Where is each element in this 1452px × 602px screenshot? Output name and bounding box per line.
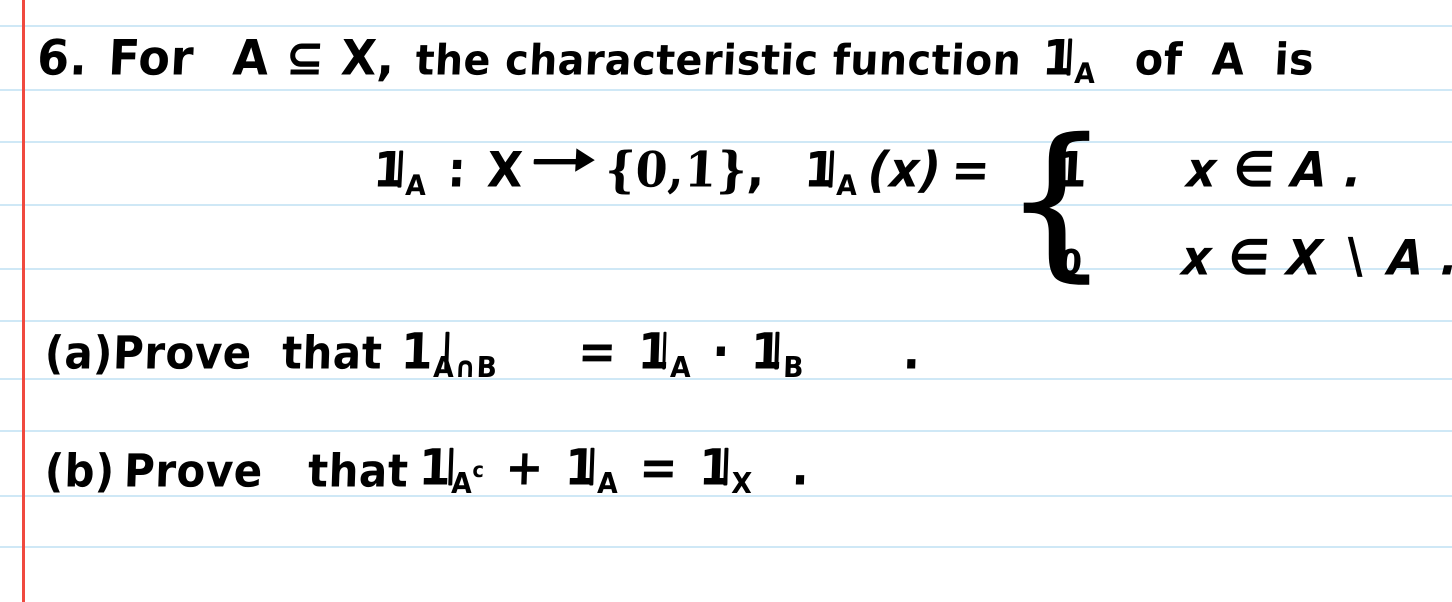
arrow-head bbox=[575, 148, 596, 173]
indicator-subscript: A bbox=[596, 467, 620, 501]
case-condition: x ∈ X ∖ A . bbox=[1180, 229, 1452, 287]
notebook-page: 6. For A ⊆ X , the characteristic functi… bbox=[0, 0, 1452, 602]
domain-label: X bbox=[485, 141, 525, 199]
equation-relation: = bbox=[638, 438, 680, 497]
indicator-subscript: A bbox=[669, 351, 692, 385]
rule-line bbox=[0, 430, 1452, 432]
indicator-subscript: A bbox=[450, 467, 474, 501]
case-value: 0 bbox=[1057, 241, 1084, 284]
part-b-equation: 1 Ac + 1A = 1X . bbox=[417, 438, 811, 501]
set-relation: A ⊆ X bbox=[231, 28, 379, 87]
indicator-symbol: 1A bbox=[803, 141, 859, 202]
indicator-subscript: A bbox=[1073, 57, 1097, 91]
indicator-subscript: A bbox=[835, 169, 859, 203]
indicator-symbol: 1B bbox=[750, 322, 805, 385]
function-argument: (x) bbox=[866, 141, 943, 199]
case-condition: x ∈ A . bbox=[1185, 141, 1364, 199]
rule-line bbox=[0, 546, 1452, 548]
right-arrow-icon bbox=[533, 145, 597, 175]
equation-terminator: . bbox=[790, 438, 811, 497]
indicator-symbol: 1X bbox=[698, 438, 753, 501]
indicator-symbol: 1 A∩B bbox=[399, 322, 498, 385]
rule-line bbox=[0, 25, 1452, 27]
indicator-symbol: 1A bbox=[564, 438, 619, 501]
indicator-one: 1 bbox=[399, 322, 435, 381]
case-value: 1 bbox=[1053, 141, 1090, 199]
piecewise-case-row: 0 x ∈ X ∖ A . bbox=[1057, 229, 1452, 287]
definition-equals: = bbox=[949, 141, 992, 199]
definition-map-line: 1A : X {0,1} , 1A (x) = bbox=[372, 141, 992, 202]
indicator-subscript: A bbox=[404, 169, 428, 203]
definition-colon: : bbox=[446, 141, 469, 199]
problem-number: 6. bbox=[35, 28, 90, 87]
indicator-subscript: X bbox=[730, 467, 754, 501]
part-b-label-row: (b) Prove that bbox=[43, 444, 410, 498]
arrow-shaft bbox=[533, 159, 581, 165]
rule-line bbox=[0, 89, 1452, 91]
indicator-symbol: 1A bbox=[372, 141, 428, 202]
part-a-label-row: (a) Prove that bbox=[43, 326, 384, 380]
indicator-subscript: A∩B bbox=[432, 351, 499, 385]
equation-operator: + bbox=[504, 438, 546, 497]
statement-before-set: For bbox=[106, 28, 196, 87]
indicator-symbol: 1A bbox=[1041, 29, 1097, 90]
indicator-symbol: 1A bbox=[637, 322, 692, 385]
part-label: (a) bbox=[43, 326, 114, 380]
part-prompt: Prove that bbox=[112, 326, 384, 380]
indicator-subscript: B bbox=[782, 351, 805, 385]
piecewise-case-row: 1 x ∈ A . bbox=[1053, 141, 1364, 199]
codomain-label: {0,1} bbox=[604, 141, 749, 199]
indicator-one: 1 bbox=[417, 438, 453, 497]
part-label: (b) bbox=[43, 444, 116, 498]
complement-superscript: c bbox=[472, 457, 485, 483]
part-a-equation: 1 A∩B = 1A · 1B . bbox=[399, 322, 923, 385]
equation-relation: = bbox=[576, 322, 619, 381]
statement-comma: , bbox=[375, 28, 397, 87]
definition-comma: , bbox=[745, 141, 767, 199]
margin-line bbox=[22, 0, 25, 602]
rule-line bbox=[0, 204, 1452, 206]
statement-after-symbol: of A is bbox=[1133, 34, 1316, 86]
equation-terminator: . bbox=[902, 322, 923, 381]
part-prompt: Prove that bbox=[123, 444, 410, 498]
equation-operator: · bbox=[711, 322, 732, 381]
statement-middle: the characteristic function bbox=[414, 36, 1023, 86]
problem-statement-line: 6. For A ⊆ X , the characteristic functi… bbox=[35, 28, 1316, 90]
indicator-symbol: 1 Ac bbox=[417, 438, 485, 501]
